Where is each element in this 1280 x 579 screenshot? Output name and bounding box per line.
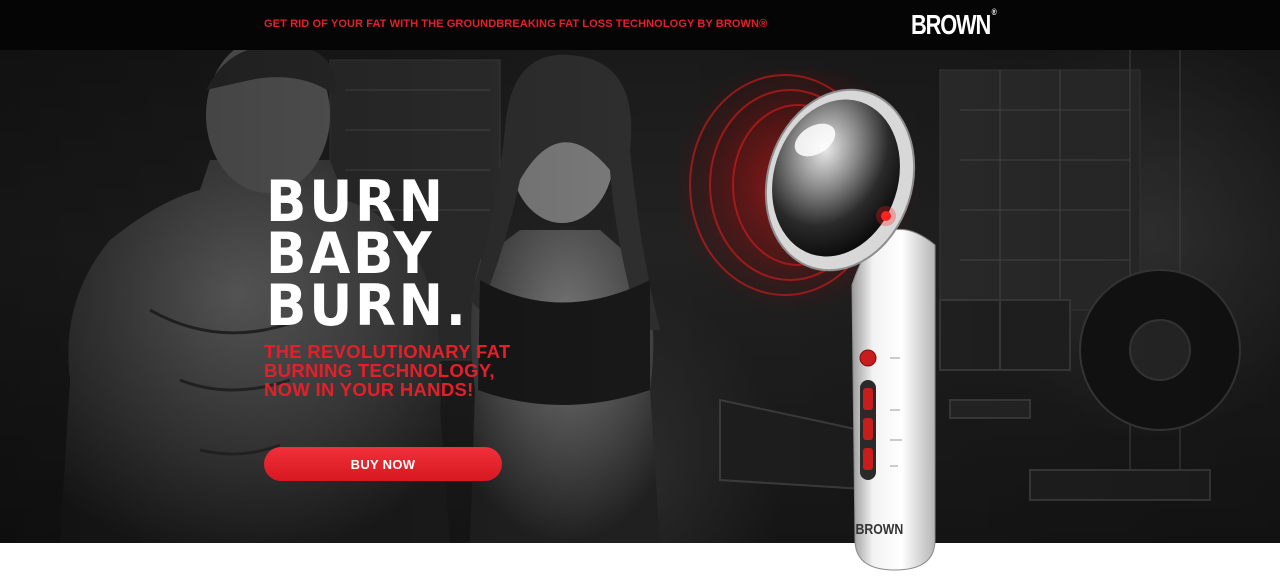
- subheadline-line-2: BURNING TECHNOLOGY,: [264, 360, 495, 381]
- promo-text: GET RID OF YOUR FAT WITH THE GROUNDBREAK…: [264, 18, 768, 30]
- subheadline-line-1: THE REVOLUTIONARY FAT: [264, 341, 511, 362]
- logo-text: BROWN: [911, 9, 991, 40]
- hero-subheadline: THE REVOLUTIONARY FAT BURNING TECHNOLOGY…: [264, 342, 564, 399]
- brand-logo[interactable]: BROWN ®: [911, 7, 997, 41]
- logo-registered-mark: ®: [991, 7, 997, 17]
- landing-page: GET RID OF YOUR FAT WITH THE GROUNDBREAK…: [0, 0, 1280, 579]
- device-power-button: [859, 349, 877, 367]
- buy-now-button[interactable]: BUY NOW: [264, 447, 502, 481]
- top-promo-bar: GET RID OF YOUR FAT WITH THE GROUNDBREAK…: [0, 0, 1280, 50]
- hero-section: BURN BABY BURN. THE REVOLUTIONARY FAT BU…: [0, 50, 1280, 543]
- subheadline-line-3: NOW IN YOUR HANDS!: [264, 379, 474, 400]
- headline-line-3: BURN.: [266, 273, 469, 339]
- product-device-image: BROWN: [680, 70, 936, 571]
- device-brand-label: BROWN: [855, 521, 903, 537]
- hero-background-image: [0, 50, 1280, 543]
- hero-headline: BURN BABY BURN.: [266, 174, 469, 339]
